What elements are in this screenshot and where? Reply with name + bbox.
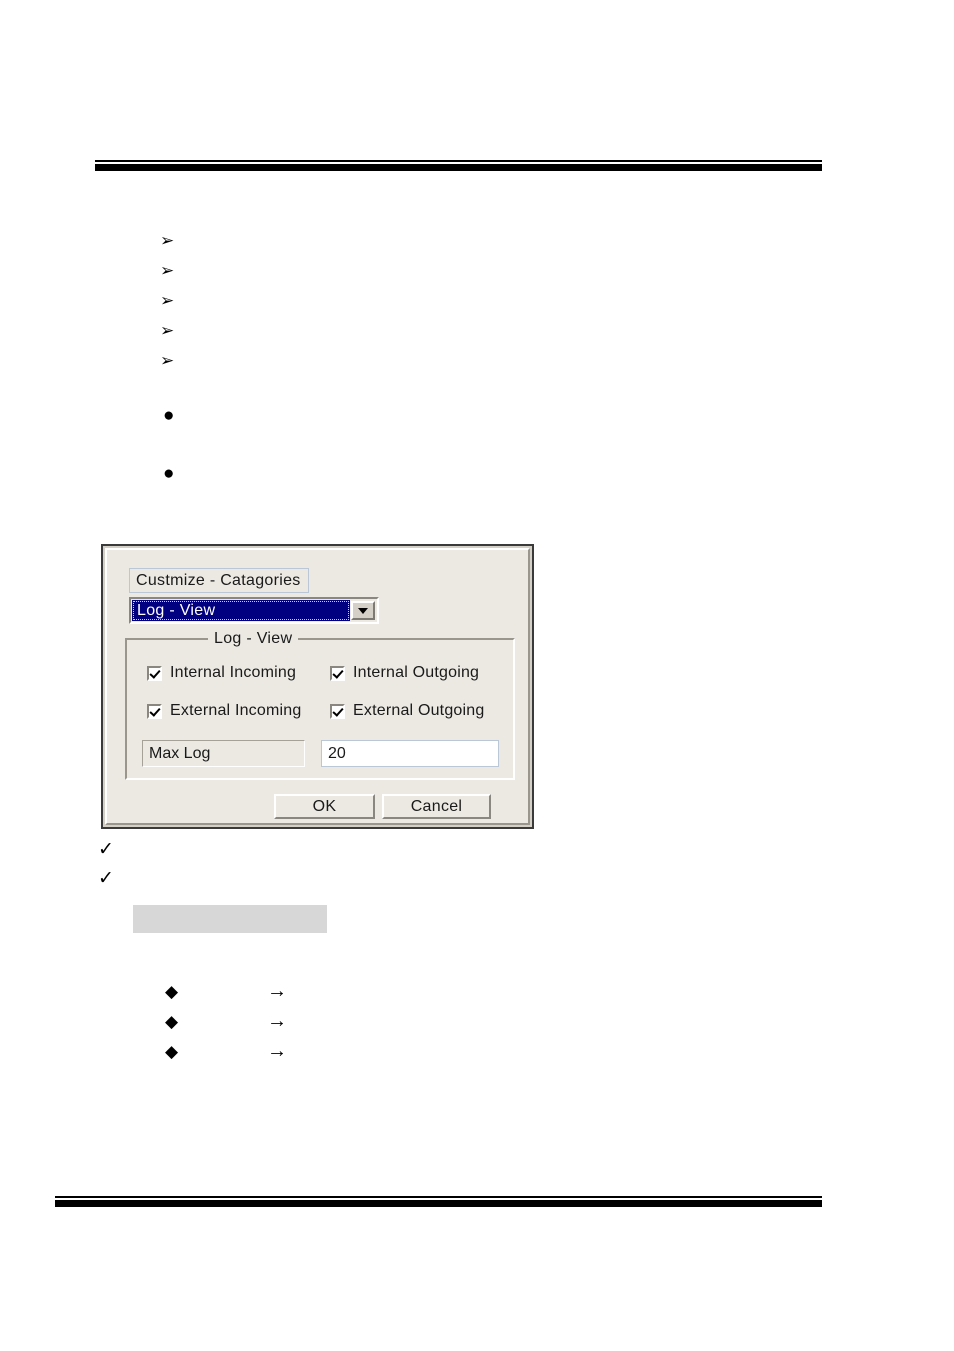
diamond-bullet-icon: ◆ — [165, 981, 179, 1001]
checkbox-internal-incoming-label: Internal Incoming — [170, 664, 297, 681]
header-rule-thick-line — [95, 164, 822, 171]
list-item: ◆ → — [165, 1041, 287, 1061]
list-item: ➢ — [160, 262, 184, 279]
dialog-inner-panel: Custmize - Catagories Log - View Interna… — [105, 548, 530, 825]
ok-button[interactable]: OK — [274, 794, 375, 819]
right-arrow-icon: → — [267, 1040, 287, 1062]
check-bullet-icon: ✓ — [98, 839, 114, 860]
list-item: ➢ — [160, 232, 184, 249]
arrowhead-bullet-icon: ➢ — [160, 291, 175, 310]
footer-rule-thick-line — [55, 1200, 822, 1207]
checkbox-external-outgoing-box[interactable] — [330, 703, 345, 719]
highlight-box — [133, 905, 327, 933]
diamond-bullet-icon: ◆ — [165, 1011, 179, 1031]
list-item: ➢ — [160, 322, 184, 339]
log-view-group-box: Internal Incoming Internal Outgoing Exte… — [125, 638, 515, 780]
checkbox-internal-outgoing-box[interactable] — [330, 665, 345, 681]
check-bullet-icon: ✓ — [98, 868, 114, 889]
checkbox-internal-incoming-box[interactable] — [147, 665, 162, 681]
checkbox-external-incoming-box[interactable] — [147, 703, 162, 719]
checkbox-internal-outgoing-label: Internal Outgoing — [353, 664, 480, 681]
right-arrow-icon: → — [267, 980, 287, 1002]
checkbox-external-incoming[interactable]: External Incoming — [147, 702, 301, 720]
list-item: ✓ — [98, 840, 122, 859]
checkbox-internal-incoming[interactable]: Internal Incoming — [147, 664, 296, 682]
arrowhead-bullet-icon: ➢ — [160, 261, 175, 280]
checkbox-external-outgoing-label: External Outgoing — [353, 702, 485, 719]
list-item: ➢ — [160, 352, 184, 369]
max-log-label: Max Log — [142, 740, 305, 767]
arrowhead-bullet-icon: ➢ — [160, 321, 175, 340]
list-item: ● — [163, 406, 187, 425]
category-combobox[interactable]: Log - View — [129, 597, 379, 624]
dialog-title: Custmize - Catagories — [129, 568, 309, 593]
list-item: ✓ — [98, 869, 122, 888]
customize-categories-dialog: Custmize - Catagories Log - View Interna… — [101, 544, 534, 829]
header-rule — [95, 160, 822, 171]
diamond-bullet-icon: ◆ — [165, 1041, 179, 1061]
max-log-input[interactable]: 20 — [321, 740, 499, 767]
checkbox-external-outgoing[interactable]: External Outgoing — [330, 702, 484, 720]
footer-rule — [55, 1196, 822, 1207]
right-arrow-icon: → — [267, 1010, 287, 1032]
category-combobox-value[interactable]: Log - View — [132, 600, 350, 621]
disc-bullet-icon: ● — [163, 463, 175, 484]
list-item: ◆ → — [165, 981, 287, 1001]
caret-down-shape — [358, 607, 368, 614]
log-view-group-legend: Log - View — [208, 630, 299, 648]
disc-bullet-icon: ● — [163, 405, 175, 426]
checkbox-external-incoming-label: External Incoming — [170, 702, 302, 719]
list-item: ● — [163, 464, 187, 483]
list-item: ◆ → — [165, 1011, 287, 1031]
list-item: ➢ — [160, 292, 184, 309]
arrowhead-bullet-icon: ➢ — [160, 231, 175, 250]
checkbox-internal-outgoing[interactable]: Internal Outgoing — [330, 664, 479, 682]
cancel-button[interactable]: Cancel — [382, 794, 491, 819]
chevron-down-icon[interactable] — [351, 601, 375, 620]
arrowhead-bullet-icon: ➢ — [160, 351, 175, 370]
